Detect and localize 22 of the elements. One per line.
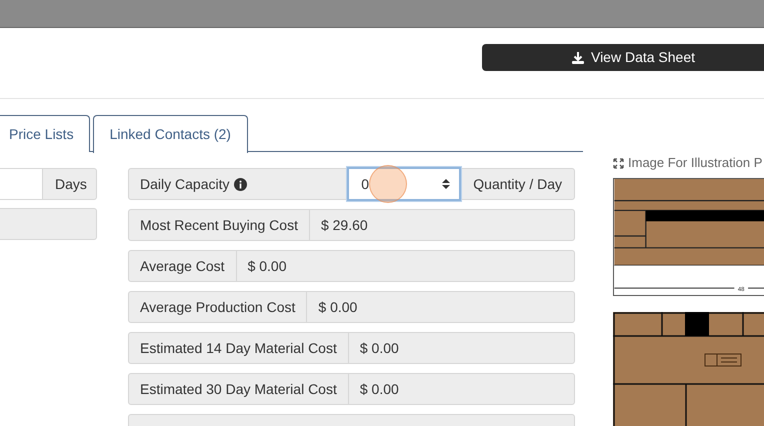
field-label: Average Production Cost [129, 292, 308, 322]
field-label: Daily Capacity [140, 174, 230, 194]
tab[interactable]: Price Lists [0, 115, 90, 152]
field-label: Most Recent Buying Cost [129, 210, 310, 240]
expand-icon[interactable] [613, 158, 624, 168]
tab[interactable]: Linked Contacts (2) [92, 115, 248, 153]
field-value: $ 29.60 [320, 216, 369, 234]
field-value: $ 0.00 [358, 338, 400, 358]
field-label: Estimated 30 Day Material Cost [129, 374, 349, 404]
click-indicator [369, 165, 408, 203]
field-label: Estimated 14 Day Material Cost [129, 333, 349, 363]
spinner-icon[interactable] [441, 178, 452, 190]
view-data-sheet-button[interactable]: View Data Sheet [482, 44, 764, 71]
unit-label: Quantity / Day [472, 174, 563, 194]
field-value: $ 0.00 [358, 380, 400, 398]
info-icon[interactable] [234, 178, 248, 190]
image-caption: Image For Illustration P [628, 154, 762, 172]
field-label: Average Cost [129, 251, 237, 281]
number-field[interactable]: 0 [347, 167, 462, 201]
download-icon [570, 50, 585, 64]
field-value: $ 0.00 [246, 256, 288, 276]
field-value: $ 0.00 [317, 298, 358, 316]
